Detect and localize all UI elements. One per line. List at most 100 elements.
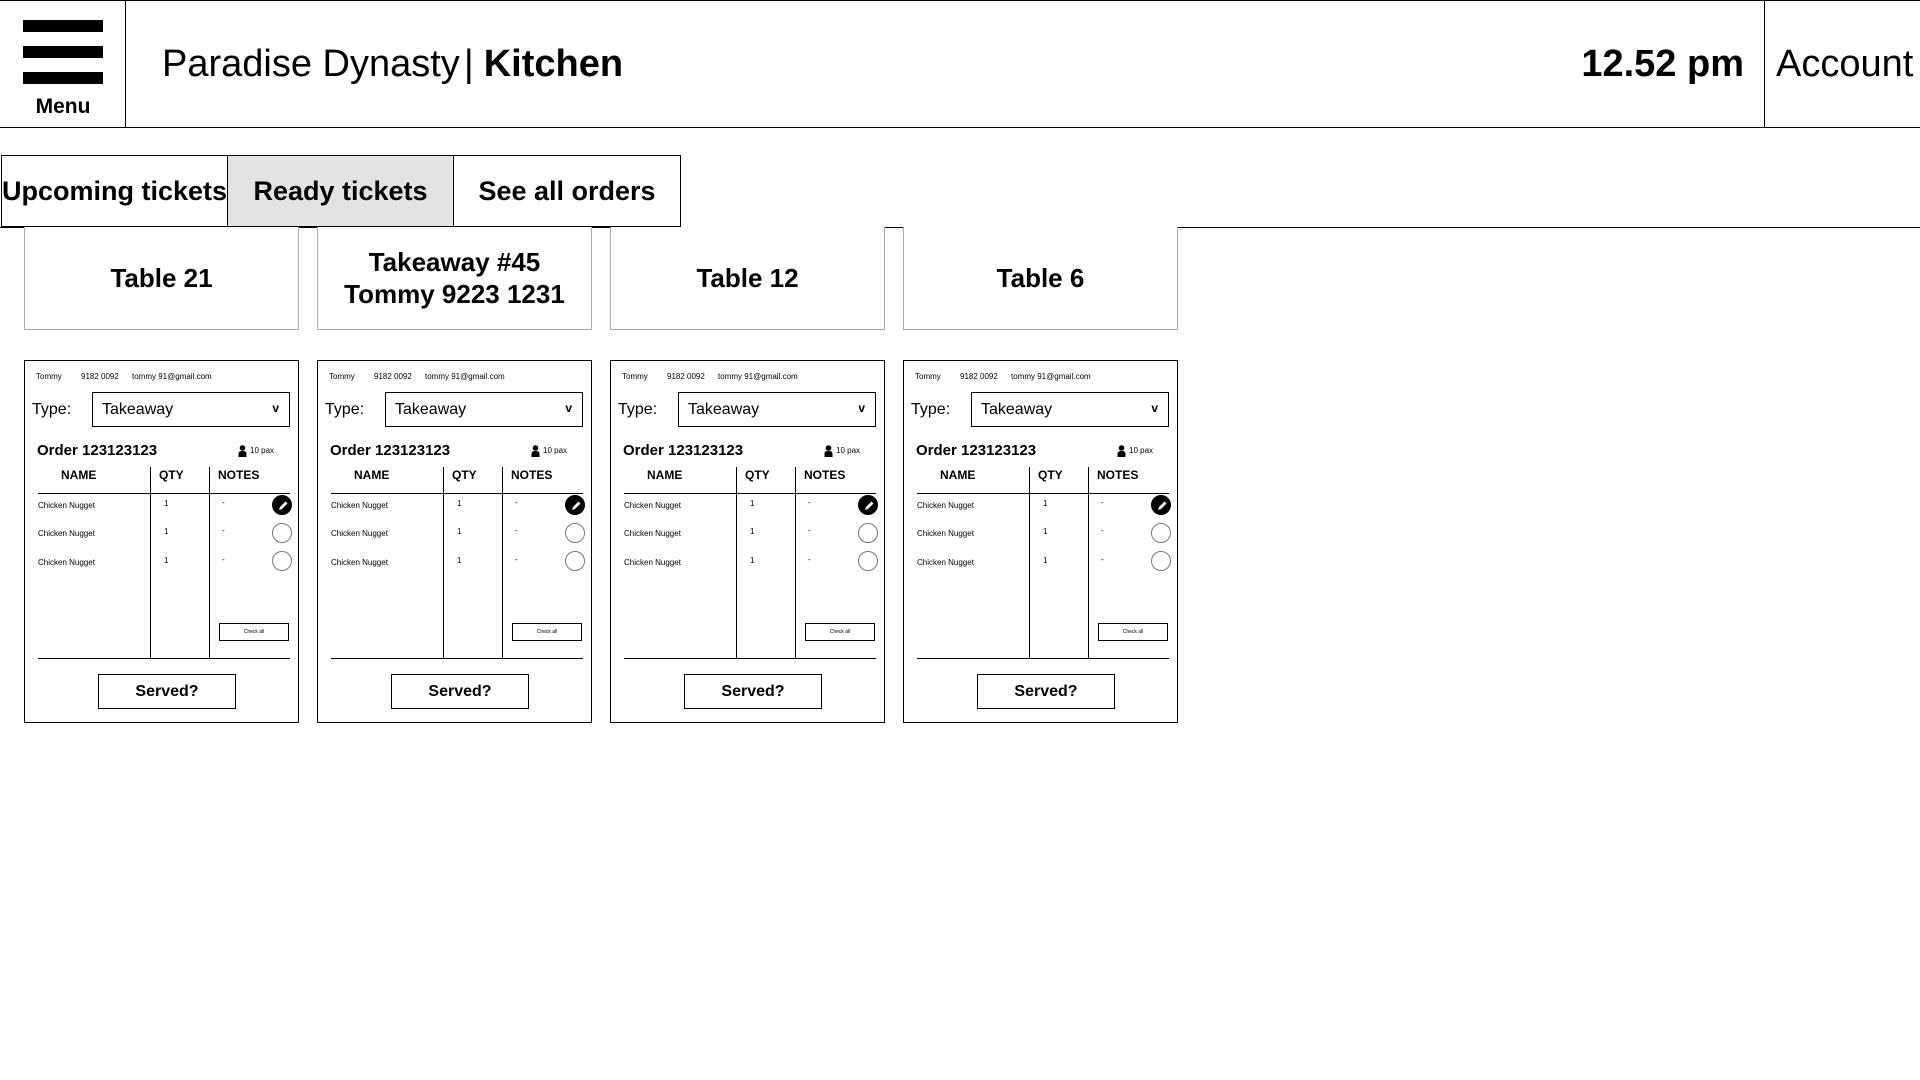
column-header-name: NAME [354,468,390,482]
restaurant-name: Paradise Dynasty [162,43,460,85]
menu-button[interactable]: Menu [0,1,126,128]
item-edit-toggle[interactable] [565,495,585,515]
tab-see-all-orders[interactable]: See all orders [453,155,681,227]
column-divider [150,467,151,658]
person-icon [531,445,540,457]
order-type-select[interactable]: Takeaway v [971,392,1169,427]
item-qty: 1 [750,499,755,508]
check-all-button[interactable]: Check all [219,623,289,641]
column-header-qty: QTY [1038,468,1063,482]
type-label: Type: [325,401,365,418]
item-name: Chicken Nugget [38,558,95,567]
ticket-tab-table-6[interactable]: Table 6 [903,227,1178,330]
item-check-toggle[interactable] [1151,523,1171,543]
column-header-name: NAME [940,468,976,482]
column-header-name: NAME [61,468,97,482]
type-label: Type: [618,401,658,418]
item-check-toggle[interactable] [272,523,292,543]
served-button[interactable]: Served? [391,674,529,709]
item-qty: 1 [750,556,755,565]
customer-email: tommy 91@gmail.com [1011,372,1091,381]
person-icon [1117,445,1126,457]
item-check-toggle[interactable] [565,523,585,543]
item-qty: 1 [1043,527,1048,536]
column-header-notes: NOTES [1097,468,1139,482]
ticket-tab-label: Table 21 [110,263,213,293]
type-label: Type: [911,401,951,418]
ticket-tab-label: Takeaway #45 [368,247,541,277]
order-type-select[interactable]: Takeaway v [92,392,290,427]
item-check-toggle[interactable] [858,551,878,571]
hamburger-menu-icon [23,20,103,84]
customer-name: Tommy [915,372,941,381]
item-qty: 1 [750,527,755,536]
table-footer-divider [331,658,583,659]
check-all-button[interactable]: Check all [805,623,875,641]
order-type-select[interactable]: Takeaway v [385,392,583,427]
customer-phone: 9182 0092 [667,372,705,381]
tab-ready-tickets[interactable]: Ready tickets [227,155,454,227]
item-notes: - [1101,555,1104,564]
pencil-icon [572,501,581,510]
item-notes: - [515,526,518,535]
clock: 12.52 pm [1581,43,1744,85]
column-divider [1029,467,1030,658]
item-check-toggle[interactable] [858,523,878,543]
item-name: Chicken Nugget [38,529,95,538]
ticket-card: Tommy 9182 0092 tommy 91@gmail.com Type:… [24,360,299,723]
item-edit-toggle[interactable] [858,495,878,515]
pax-value: 10 pax [250,446,275,456]
table-header-divider [624,493,876,494]
column-divider [1088,467,1089,658]
order-type-value: Takeaway [102,401,174,418]
ticket-tab-table-21[interactable]: Table 21 [24,227,299,330]
account-button[interactable]: Account [1764,1,1920,128]
item-name: Chicken Nugget [331,529,388,538]
item-notes: - [515,555,518,564]
chevron-down-icon: v [272,401,279,415]
served-button[interactable]: Served? [684,674,822,709]
section-name: Kitchen [483,43,624,85]
column-header-notes: NOTES [511,468,553,482]
check-all-button[interactable]: Check all [1098,623,1168,641]
column-header-qty: QTY [159,468,184,482]
customer-email: tommy 91@gmail.com [425,372,505,381]
item-edit-toggle[interactable] [1151,495,1171,515]
ticket-card: Tommy 9182 0092 tommy 91@gmail.com Type:… [903,360,1178,723]
column-divider [795,467,796,658]
item-notes: - [808,526,811,535]
item-notes: - [1101,526,1104,535]
item-check-toggle[interactable] [565,551,585,571]
column-header-qty: QTY [745,468,770,482]
table-header-divider [38,493,290,494]
served-button[interactable]: Served? [977,674,1115,709]
item-qty: 1 [164,556,169,565]
item-qty: 1 [164,499,169,508]
chevron-down-icon: v [1151,401,1158,415]
tab-upcoming-tickets[interactable]: Upcoming tickets [1,155,228,227]
served-button[interactable]: Served? [98,674,236,709]
item-name: Chicken Nugget [624,501,681,510]
item-notes: - [1101,498,1104,507]
item-name: Chicken Nugget [624,529,681,538]
item-qty: 1 [457,556,462,565]
person-icon [238,445,247,457]
title-separator: | [463,43,474,85]
item-edit-toggle[interactable] [272,495,292,515]
pax-value: 10 pax [836,446,861,456]
item-notes: - [222,526,225,535]
ticket-card: Tommy 9182 0092 tommy 91@gmail.com Type:… [317,360,592,723]
order-type-select[interactable]: Takeaway v [678,392,876,427]
item-notes: - [808,555,811,564]
ticket-tab-takeaway-45[interactable]: Takeaway #45 Tommy 9223 1231 [317,227,592,330]
item-check-toggle[interactable] [272,551,292,571]
pax-count: 10 pax [1117,445,1153,457]
item-name: Chicken Nugget [331,501,388,510]
pencil-icon [279,501,288,510]
ticket-tab-table-12[interactable]: Table 12 [610,227,885,330]
column-header-qty: QTY [452,468,477,482]
item-qty: 1 [1043,499,1048,508]
table-header-divider [331,493,583,494]
check-all-button[interactable]: Check all [512,623,582,641]
item-check-toggle[interactable] [1151,551,1171,571]
